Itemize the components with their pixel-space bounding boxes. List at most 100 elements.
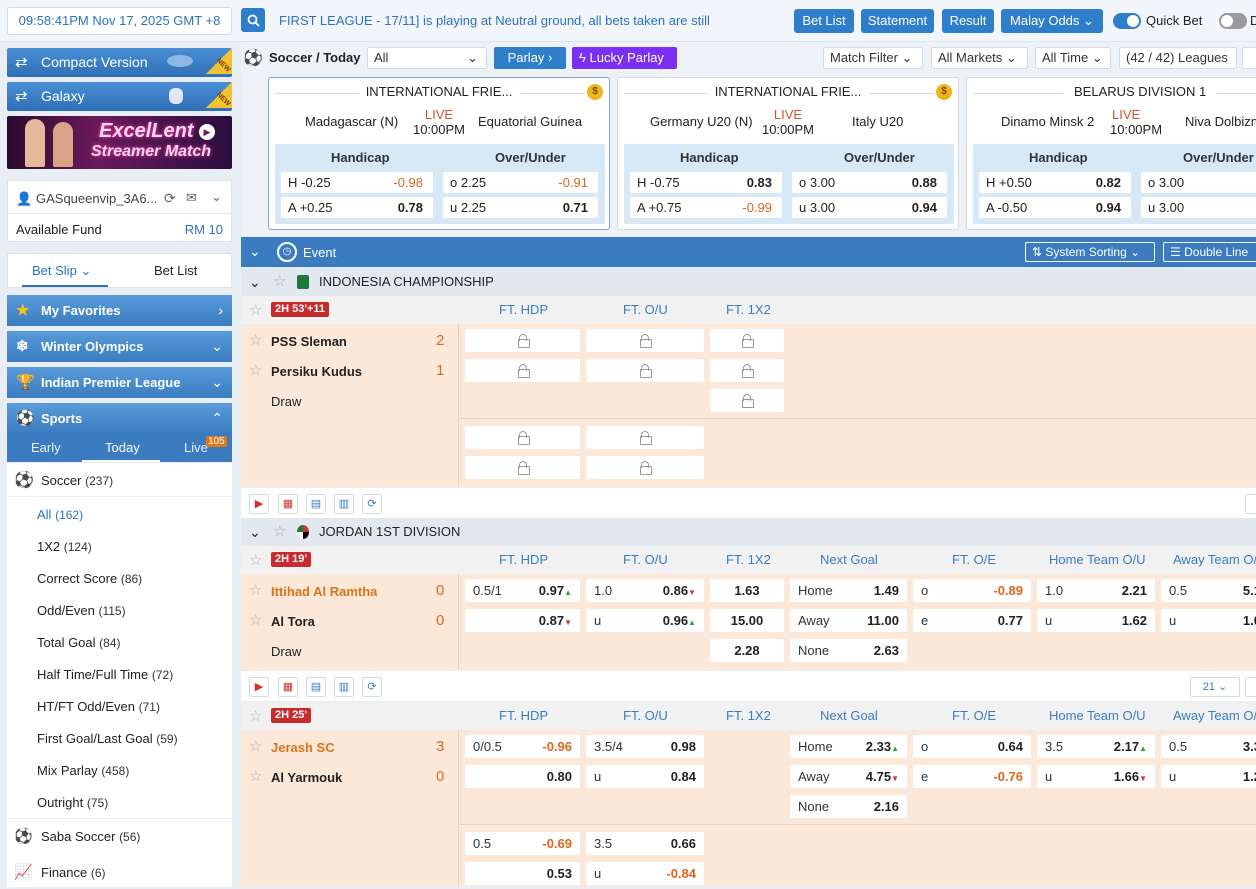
odds-cell[interactable]: H -0.25 -0.98 [281, 172, 433, 193]
lucky-parlay-button[interactable]: ϟ Lucky Parlay [572, 47, 677, 69]
result-button[interactable]: Result [942, 9, 994, 33]
star-icon[interactable]: ☆ [273, 268, 286, 296]
more-markets-button[interactable]: 21 ⌄ [1190, 677, 1240, 697]
compact-version-button[interactable]: ⇄ Compact Version NEW [7, 48, 232, 77]
odds-cell[interactable]: 0/0.5 -0.96 [465, 735, 580, 758]
menu-indian-premier-league[interactable]: 🏆 Indian Premier League ⌄ [7, 367, 232, 398]
odds-cell[interactable]: 1.0 0.86▼ [586, 579, 704, 602]
odds-cell[interactable]: 0.5 -0.69 [465, 832, 580, 855]
odds-cell[interactable]: u 1.66▼ [1037, 765, 1155, 788]
league-row[interactable]: ⌄ ☆ INDONESIA CHAMPIONSHIP [241, 268, 1256, 296]
live-stream-icon[interactable]: ▶ [249, 494, 269, 514]
odds-cell[interactable]: 0.53.3 [1161, 735, 1256, 758]
market-outright[interactable]: Outright (75) [7, 787, 232, 819]
refresh-odds-icon[interactable]: ⟳ [362, 494, 382, 514]
parlay-button[interactable]: Parlay › [494, 47, 566, 69]
league-row[interactable]: ⌄ ☆ JORDAN 1ST DIVISION [241, 518, 1256, 546]
chevron-down-icon[interactable]: ⌄ [249, 518, 261, 546]
odds-cell[interactable]: A +0.25 0.78 [281, 197, 433, 218]
chevron-down-icon[interactable]: ⌄ [249, 243, 261, 260]
market-select[interactable]: All ⌄ [367, 47, 487, 69]
menu-winter-olympics[interactable]: ❄ Winter Olympics ⌄ [7, 331, 232, 362]
market-all[interactable]: All (162) [7, 499, 232, 531]
star-icon[interactable]: ☆ [249, 611, 262, 629]
featured-card[interactable]: INTERNATIONAL FRIE... $ Madagascar (N) L… [268, 77, 610, 230]
sport-finance[interactable]: 📈 Finance (6) [7, 857, 232, 889]
odds-cell[interactable]: u1.0 [1161, 609, 1256, 632]
more-markets-button[interactable] [1245, 494, 1256, 514]
featured-card[interactable]: INTERNATIONAL FRIE... $ Germany U20 (N) … [617, 77, 959, 230]
scoreboard-icon[interactable]: ▤ [306, 677, 326, 697]
market-1x2[interactable]: 1X2 (124) [7, 531, 232, 563]
odds-cell[interactable]: o 0.64 [913, 735, 1031, 758]
galaxy-button[interactable]: ⇄ Galaxy NEW [7, 82, 232, 111]
star-icon[interactable]: ☆ [249, 581, 262, 599]
market-ht-ft-odd-even[interactable]: HT/FT Odd/Even (71) [7, 691, 232, 723]
pitch-icon[interactable]: ▦ [278, 677, 298, 697]
odds-cell[interactable]: u1.2 [1161, 765, 1256, 788]
market-odd-even[interactable]: Odd/Even (115) [7, 595, 232, 627]
more-button[interactable] [1245, 677, 1256, 697]
odds-cell[interactable]: 0.87▼ [465, 609, 580, 632]
star-icon[interactable]: ☆ [249, 707, 262, 725]
star-icon[interactable]: ☆ [249, 301, 262, 319]
tab-today[interactable]: Today [105, 440, 140, 455]
odds-cell[interactable]: None 2.63 [790, 639, 907, 662]
odds-cell[interactable]: H -0.75 0.83 [630, 172, 782, 193]
tab-live[interactable]: Live [184, 440, 208, 455]
pitch-icon[interactable]: ▦ [278, 494, 298, 514]
all-time-button[interactable]: All Time ⌄ [1035, 47, 1111, 69]
odds-cell[interactable]: 1.0 2.21 [1037, 579, 1155, 602]
odds-cell[interactable]: u -0.84 [586, 862, 704, 885]
tab-bet-list[interactable]: Bet List [154, 263, 197, 278]
stats-icon[interactable]: ▥ [334, 677, 354, 697]
odds-cell[interactable]: Away 4.75▼ [790, 765, 907, 788]
refresh-odds-icon[interactable]: ⟳ [362, 677, 382, 697]
odds-cell[interactable]: e -0.76 [913, 765, 1031, 788]
more-button[interactable] [1242, 47, 1256, 69]
odds-cell[interactable]: 2.28 [710, 639, 784, 662]
bet-list-button[interactable]: Bet List [794, 9, 854, 33]
quick-bet-toggle[interactable] [1113, 13, 1141, 29]
odds-cell[interactable]: 0.80 [465, 765, 580, 788]
streamer-match-banner[interactable]: ExcelLent ▶ Streamer Match [7, 116, 232, 169]
market-correct-score[interactable]: Correct Score (86) [7, 563, 232, 595]
leagues-button[interactable]: (42 / 42) Leagues [1119, 47, 1237, 69]
menu-sports[interactable]: ⚽ Sports ⌃ [7, 403, 232, 434]
announcement-ticker[interactable]: FIRST LEAGUE - 17/11] is playing at Neut… [279, 13, 710, 28]
odds-cell[interactable]: u 0.84 [586, 765, 704, 788]
odds-cell[interactable]: u 3.00 0.94 [792, 197, 947, 218]
match-filter-button[interactable]: Match Filter ⌄ [823, 47, 923, 69]
tab-early[interactable]: Early [31, 440, 61, 455]
scoreboard-icon[interactable]: ▤ [306, 494, 326, 514]
odds-cell[interactable]: 0.53 [465, 862, 580, 885]
odds-cell[interactable]: u 1.62 [1037, 609, 1155, 632]
odds-cell[interactable]: o 3.00 0.88 [792, 172, 947, 193]
chevron-down-icon[interactable]: ⌄ [249, 268, 261, 296]
market-total-goal[interactable]: Total Goal (84) [7, 627, 232, 659]
star-icon[interactable]: ☆ [249, 331, 262, 349]
odds-cell[interactable]: Home 2.33▲ [790, 735, 907, 758]
market-half-time-full-time[interactable]: Half Time/Full Time (72) [7, 659, 232, 691]
odds-cell[interactable]: 1.63 [710, 579, 784, 602]
odds-cell[interactable]: o 3.00 [1141, 172, 1256, 193]
statement-button[interactable]: Statement [861, 9, 934, 33]
star-icon[interactable]: ☆ [249, 361, 262, 379]
odds-cell[interactable]: Away 11.00 [790, 609, 907, 632]
odds-cell[interactable]: None 2.16 [790, 795, 907, 818]
market-first-last-goal[interactable]: First Goal/Last Goal (59) [7, 723, 232, 755]
secondary-toggle[interactable] [1219, 13, 1247, 29]
odds-cell[interactable]: Home 1.49 [790, 579, 907, 602]
search-button[interactable] [241, 8, 265, 32]
tab-bet-slip[interactable]: Bet Slip ⌄ [32, 263, 91, 279]
odds-cell[interactable]: e 0.77 [913, 609, 1031, 632]
odds-type-select[interactable]: Malay Odds ⌄ [1001, 9, 1103, 33]
star-icon[interactable]: ☆ [249, 767, 262, 785]
all-markets-button[interactable]: All Markets ⌄ [931, 47, 1028, 69]
sport-saba-soccer[interactable]: ⚽ Saba Soccer (56) [7, 821, 232, 853]
odds-cell[interactable]: 3.5/4 0.98 [586, 735, 704, 758]
odds-cell[interactable]: 0.55.1 [1161, 579, 1256, 602]
system-sorting-button[interactable]: ⇅ System Sorting ⌄ [1025, 242, 1155, 262]
double-line-button[interactable]: ☰ Double Line [1163, 242, 1256, 262]
sport-soccer[interactable]: ⚽ Soccer (237) [7, 465, 232, 497]
